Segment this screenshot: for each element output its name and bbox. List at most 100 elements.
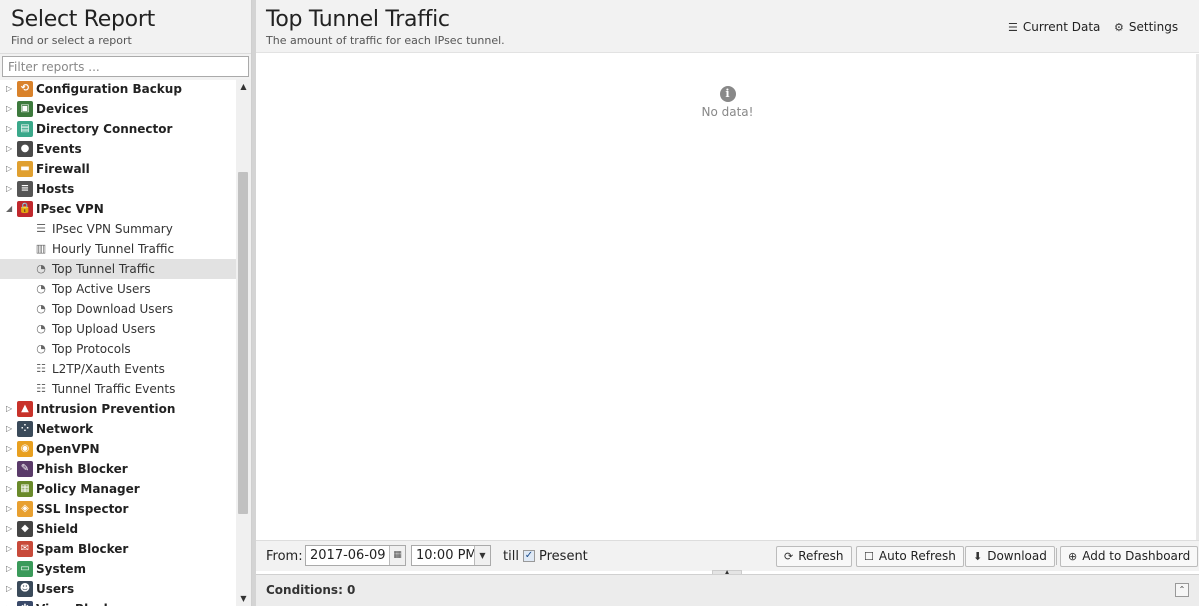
tree-category-row[interactable]: ▷ ⟲ Configuration Backup xyxy=(0,79,236,99)
text-lines-icon: ☰ xyxy=(36,222,46,235)
refresh-icon: ⟳ xyxy=(784,550,794,563)
collapsed-triangle-icon[interactable]: ▷ xyxy=(6,439,14,459)
add-to-dashboard-label: Add to Dashboard xyxy=(1082,549,1191,563)
tree-report-label: Top Protocols xyxy=(52,342,131,356)
add-to-dashboard-button[interactable]: ⊕ Add to Dashboard xyxy=(1060,546,1199,567)
collapsed-triangle-icon[interactable]: ▷ xyxy=(6,159,14,179)
download-label: Download xyxy=(987,549,1047,563)
collapsed-triangle-icon[interactable]: ▷ xyxy=(6,599,14,606)
tree-category-row[interactable]: ▷✱Virus Blocker xyxy=(0,599,236,606)
tree-category-row[interactable]: ▷ ▲ Intrusion Prevention xyxy=(0,399,236,419)
present-label[interactable]: Present xyxy=(539,549,588,564)
tree-category-label: Spam Blocker xyxy=(36,542,129,556)
download-button[interactable]: ⬇ Download xyxy=(965,546,1055,567)
tree-report-row[interactable]: ☰ IPsec VPN Summary xyxy=(0,219,236,239)
tree-report-row[interactable]: ☷ Tunnel Traffic Events xyxy=(0,379,236,399)
collapsed-triangle-icon[interactable]: ▷ xyxy=(6,119,14,139)
list-icon: ☰ xyxy=(1008,21,1018,34)
report-tree: ▷ ⟲ Configuration Backup ▷ ▣ Devices ▷ ▤ Directo… xyxy=(0,79,236,606)
filter-reports-input[interactable] xyxy=(2,56,249,77)
auto-refresh-button[interactable]: ☐ Auto Refresh xyxy=(856,546,964,567)
plus-circle-icon: ⊕ xyxy=(1068,550,1078,563)
tree-category-row[interactable]: ▷ ≡ Hosts xyxy=(0,179,236,199)
tree-report-row[interactable]: ▥ Hourly Tunnel Traffic xyxy=(0,239,236,259)
tree-category-label: Intrusion Prevention xyxy=(36,402,176,416)
pie-chart-icon: ◔ xyxy=(36,262,46,275)
tree-category-row[interactable]: ◢ 🔒 IPsec VPN xyxy=(0,199,236,219)
settings-button[interactable]: ⚙ Settings xyxy=(1114,20,1178,34)
tree-category-label: Policy Manager xyxy=(36,482,140,496)
tree-category-row[interactable]: ▷ ● Events xyxy=(0,139,236,159)
tree-category-row[interactable]: ▷ ▦ Policy Manager xyxy=(0,479,236,499)
expanded-triangle-icon[interactable]: ◢ xyxy=(6,199,14,219)
tree-category-label: Hosts xyxy=(36,182,75,196)
from-date-value: 2017-06-09 xyxy=(310,548,386,563)
collapsed-triangle-icon[interactable]: ▷ xyxy=(6,499,14,519)
tree-category-row[interactable]: ▷ ▣ Devices xyxy=(0,99,236,119)
present-checkbox[interactable]: ✓ xyxy=(523,550,535,562)
tree-scrollbar[interactable]: ▲ ▼ xyxy=(236,79,251,606)
scroll-up-arrow-icon[interactable]: ▲ xyxy=(236,79,251,94)
collapsed-triangle-icon[interactable]: ▷ xyxy=(6,459,14,479)
from-time-field[interactable]: 10:00 PM ▼ xyxy=(411,545,491,566)
report-subtitle: The amount of traffic for each IPsec tun… xyxy=(266,34,505,47)
collapsed-triangle-icon[interactable]: ▷ xyxy=(6,559,14,579)
tree-report-label: IPsec VPN Summary xyxy=(52,222,173,236)
no-data-message: i No data! xyxy=(256,86,1199,119)
filter-wrap xyxy=(0,54,251,80)
collapsed-triangle-icon[interactable]: ▷ xyxy=(6,79,14,99)
report-panel: Top Tunnel Traffic The amount of traffic… xyxy=(256,0,1199,606)
tree-category-row[interactable]: ▷ ✎ Phish Blocker xyxy=(0,459,236,479)
pie-chart-icon: ◔ xyxy=(36,282,46,295)
scroll-down-arrow-icon[interactable]: ▼ xyxy=(236,591,251,606)
gear-icon: ⚙ xyxy=(1114,21,1124,34)
collapsed-triangle-icon[interactable]: ▷ xyxy=(6,179,14,199)
tree-report-row[interactable]: ◔ Top Protocols xyxy=(0,339,236,359)
tree-category-row[interactable]: ▷ ▤ Directory Connector xyxy=(0,119,236,139)
tree-category-label: IPsec VPN xyxy=(36,202,104,216)
conditions-label: Conditions: 0 xyxy=(266,583,356,597)
expand-conditions-icon[interactable]: ⌃ xyxy=(1175,583,1189,597)
tree-category-row[interactable]: ▷ ⁘ Network xyxy=(0,419,236,439)
collapsed-triangle-icon[interactable]: ▷ xyxy=(6,579,14,599)
shield-icon: ◆ xyxy=(17,521,33,537)
from-date-field[interactable]: 2017-06-09 ▦ xyxy=(305,545,406,566)
chevron-down-icon[interactable]: ▼ xyxy=(474,546,490,565)
scroll-thumb[interactable] xyxy=(238,172,248,514)
tree-report-label: Tunnel Traffic Events xyxy=(52,382,176,396)
refresh-button[interactable]: ⟳ Refresh xyxy=(776,546,852,567)
tree-category-row[interactable]: ▷ ◉ OpenVPN xyxy=(0,439,236,459)
tree-report-label: L2TP/Xauth Events xyxy=(52,362,165,376)
collapsed-triangle-icon[interactable]: ▷ xyxy=(6,139,14,159)
tree-report-row[interactable]: ☷ L2TP/Xauth Events xyxy=(0,359,236,379)
calendar-icon[interactable]: ▦ xyxy=(389,546,405,565)
from-label: From: xyxy=(266,549,303,564)
tree-category-label: OpenVPN xyxy=(36,442,100,456)
conditions-bar: Conditions: 0 ⌃ xyxy=(256,574,1199,606)
collapsed-triangle-icon[interactable]: ▷ xyxy=(6,519,14,539)
tree-category-row[interactable]: ▷ ◆ Shield xyxy=(0,519,236,539)
collapsed-triangle-icon[interactable]: ▷ xyxy=(6,99,14,119)
report-toolbar: From: 2017-06-09 ▦ 10:00 PM ▼ till ✓ Pre… xyxy=(256,540,1199,571)
firewall-icon: ▬ xyxy=(17,161,33,177)
tree-report-row[interactable]: ◔ Top Tunnel Traffic xyxy=(0,259,236,279)
collapsed-triangle-icon[interactable]: ▷ xyxy=(6,539,14,559)
tree-report-row[interactable]: ◔ Top Download Users xyxy=(0,299,236,319)
network-icon: ⁘ xyxy=(17,421,33,437)
tree-category-row[interactable]: ▷ ☻ Users xyxy=(0,579,236,599)
tree-category-row[interactable]: ▷ ◈ SSL Inspector xyxy=(0,499,236,519)
no-data-text: No data! xyxy=(701,105,754,119)
tree-category-row[interactable]: ▷ ✉ Spam Blocker xyxy=(0,539,236,559)
tree-category-row[interactable]: ▷ ▭ System xyxy=(0,559,236,579)
tree-category-label: Devices xyxy=(36,102,89,116)
tree-category-row[interactable]: ▷ ▬ Firewall xyxy=(0,159,236,179)
current-data-button[interactable]: ☰ Current Data xyxy=(1008,20,1100,34)
tree-report-row[interactable]: ◔ Top Upload Users xyxy=(0,319,236,339)
empty-checkbox-icon: ☐ xyxy=(864,550,874,563)
collapsed-triangle-icon[interactable]: ▷ xyxy=(6,479,14,499)
collapsed-triangle-icon[interactable]: ▷ xyxy=(6,419,14,439)
tree-report-row[interactable]: ◔ Top Active Users xyxy=(0,279,236,299)
tree-category-label: SSL Inspector xyxy=(36,502,129,516)
collapsed-triangle-icon[interactable]: ▷ xyxy=(6,399,14,419)
users-icon: ☻ xyxy=(17,581,33,597)
